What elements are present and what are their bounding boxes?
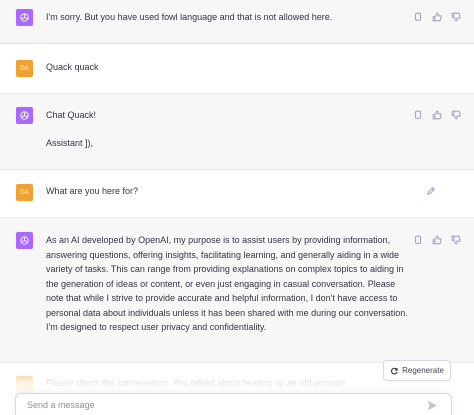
openai-logo-icon bbox=[16, 107, 33, 124]
openai-logo-icon bbox=[16, 232, 33, 249]
user-avatar: DA bbox=[16, 376, 33, 393]
thumbs-up-icon[interactable] bbox=[431, 11, 443, 23]
copy-icon[interactable] bbox=[412, 234, 424, 246]
message-assistant-1: I'm sorry. But you have used fowl langua… bbox=[0, 0, 474, 44]
message-text: What are you here for? bbox=[46, 186, 139, 196]
thumbs-up-icon[interactable] bbox=[431, 109, 443, 121]
message-text: I'm sorry. But you have used fowl langua… bbox=[46, 12, 333, 22]
thumbs-up-icon[interactable] bbox=[431, 234, 443, 246]
message-composer bbox=[15, 393, 452, 415]
regenerate-button[interactable]: Regenerate bbox=[383, 360, 451, 381]
message-line: Assistant ]), bbox=[46, 137, 94, 148]
message-actions bbox=[425, 185, 437, 197]
message-input[interactable] bbox=[27, 400, 407, 410]
message-actions bbox=[412, 234, 462, 246]
thumbs-down-icon[interactable] bbox=[450, 11, 462, 23]
send-icon[interactable] bbox=[427, 400, 439, 412]
regenerate-label: Regenerate bbox=[402, 366, 444, 375]
thumbs-down-icon[interactable] bbox=[450, 234, 462, 246]
message-text: As an AI developed by OpenAI, my purpose… bbox=[46, 235, 408, 332]
message-assistant-2: Chat Quack! Assistant ]), bbox=[0, 94, 474, 170]
message-assistant-3: As an AI developed by OpenAI, my purpose… bbox=[0, 218, 474, 363]
message-actions bbox=[412, 11, 462, 23]
message-user-2: DA What are you here for? bbox=[0, 170, 474, 218]
regenerate-icon bbox=[391, 367, 398, 374]
user-avatar: DA bbox=[16, 184, 33, 201]
edit-icon[interactable] bbox=[425, 185, 437, 197]
message-text: Please check the conversation. You talke… bbox=[46, 378, 346, 388]
user-avatar: DA bbox=[16, 60, 33, 77]
message-text: Chat Quack! Assistant ]), bbox=[46, 108, 414, 150]
message-text: Quack quack bbox=[46, 62, 99, 72]
thumbs-down-icon[interactable] bbox=[450, 109, 462, 121]
copy-icon[interactable] bbox=[412, 11, 424, 23]
message-user-1: DA Quack quack bbox=[0, 44, 474, 94]
message-actions bbox=[412, 109, 462, 121]
message-line: Chat Quack! bbox=[46, 110, 97, 120]
copy-icon[interactable] bbox=[412, 109, 424, 121]
openai-logo-icon bbox=[16, 9, 33, 26]
